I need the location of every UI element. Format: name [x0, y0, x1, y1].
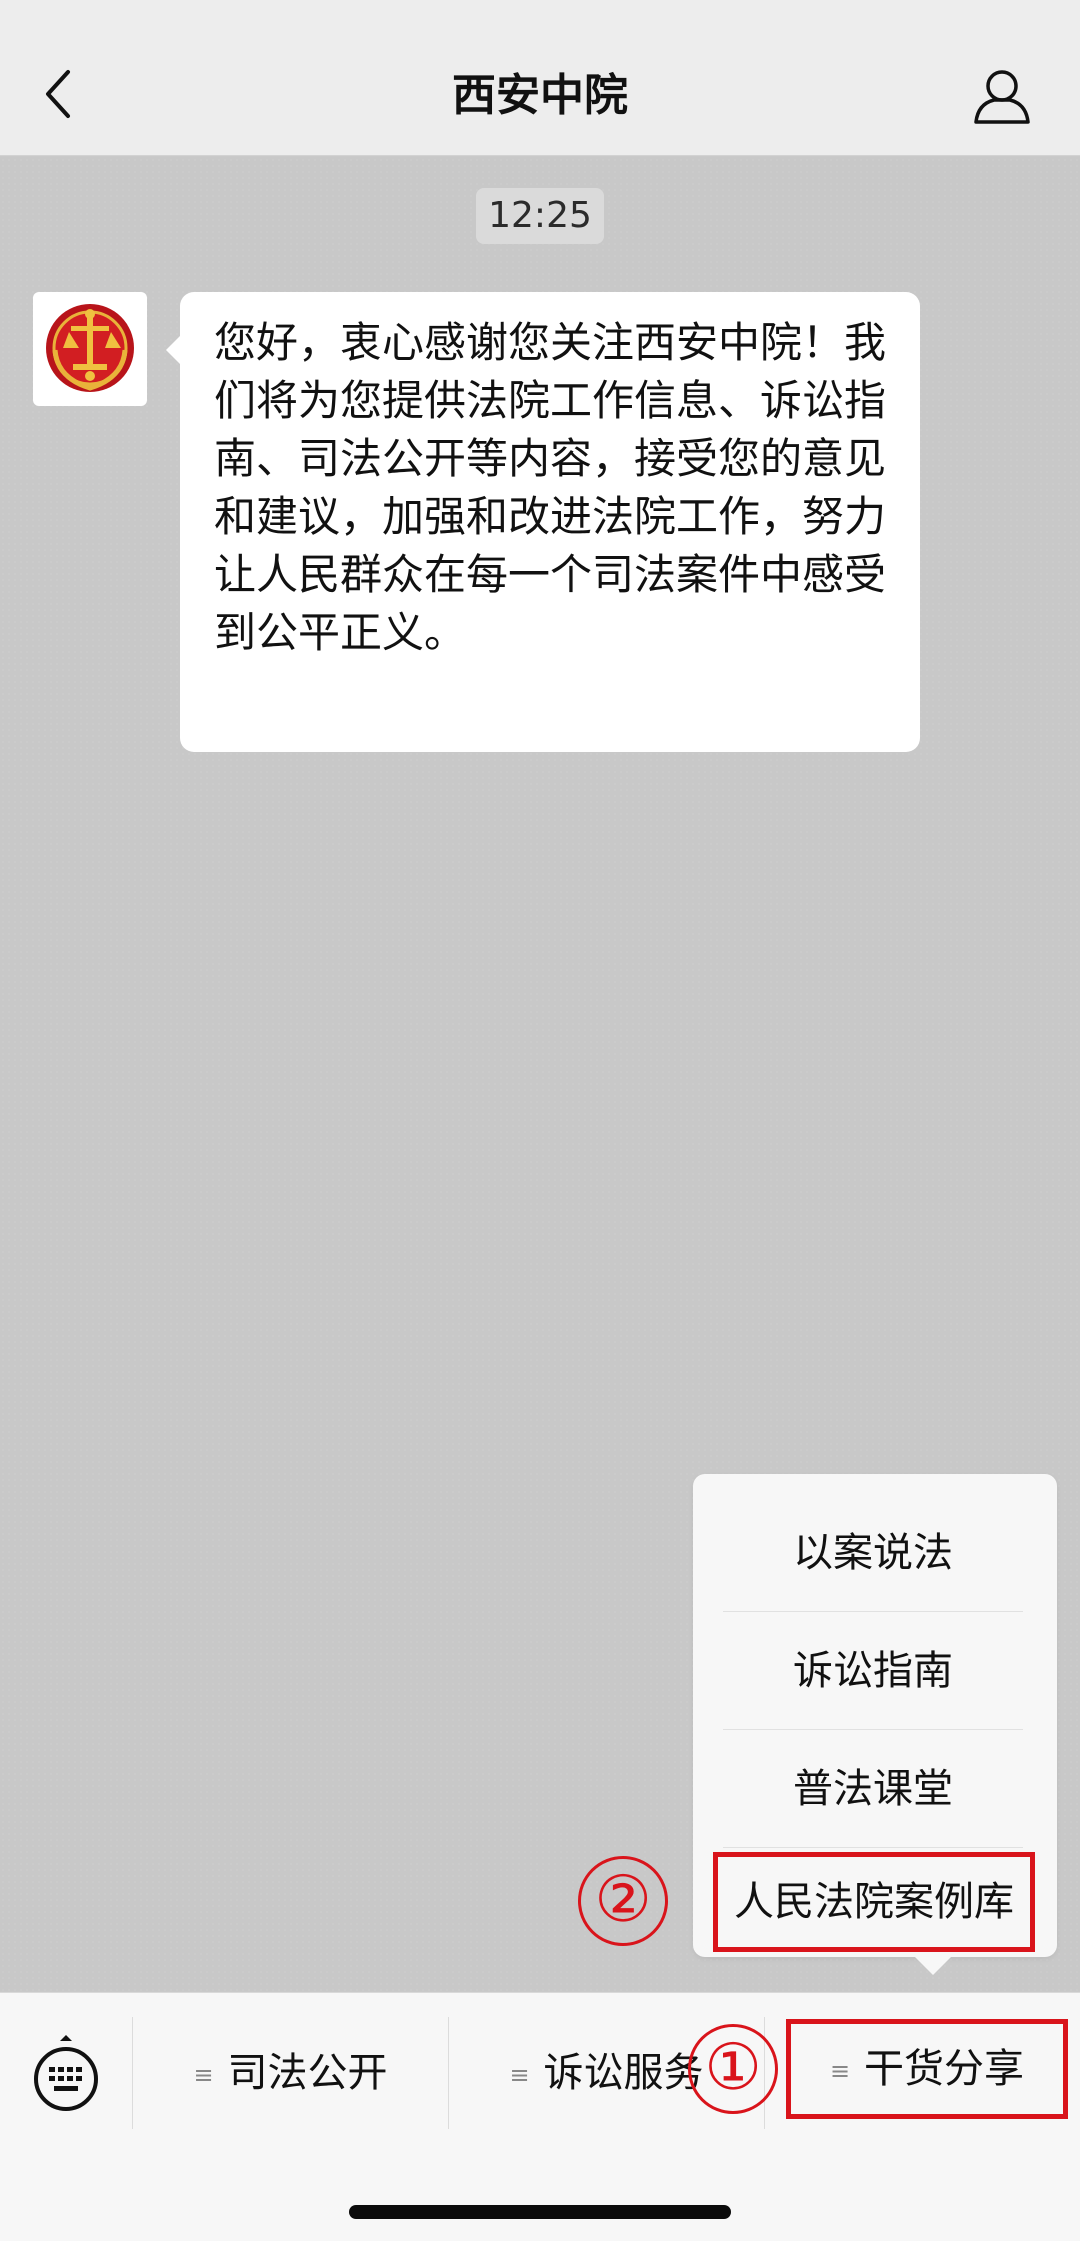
step-1-marker: ① — [688, 2024, 778, 2114]
message-bubble: 您好，衷心感谢您关注西安中院！我们将为您提供法院工作信息、诉讼指南、司法公开等内… — [166, 292, 920, 752]
message-timestamp: 12:25 — [476, 188, 604, 244]
page-title: 西安中院 — [452, 70, 628, 121]
menu-list-icon: ≡ — [509, 2061, 530, 2089]
submenu-item-case-law[interactable]: 以案说法 — [723, 1494, 1023, 1612]
menu-list-icon: ≡ — [829, 2057, 851, 2085]
step-2-marker: ② — [578, 1856, 668, 1946]
submenu-item-case-database[interactable]: 人民法院案例库 — [713, 1852, 1035, 1952]
submenu-item-law-class[interactable]: 普法课堂 — [723, 1730, 1023, 1848]
court-emblem-icon[interactable] — [33, 292, 147, 406]
menu-item-judicial-openness[interactable]: ≡ 司法公开 — [133, 2023, 448, 2123]
bottom-menu-bar: ≡ 司法公开 ≡ 诉讼服务 ≡ 干货分享 — [0, 1992, 1080, 2241]
menu-item-label: 司法公开 — [227, 2050, 388, 2096]
menu-item-practical-sharing[interactable]: ≡ 干货分享 — [786, 2019, 1068, 2119]
title-bar: 西安中院 — [0, 0, 1080, 156]
person-icon[interactable] — [970, 66, 1034, 126]
submenu-item-litigation-guide[interactable]: 诉讼指南 — [723, 1612, 1023, 1730]
keyboard-icon[interactable] — [30, 2035, 102, 2115]
menu-item-label: 干货分享 — [864, 2046, 1025, 2092]
menu-item-label: 诉讼服务 — [543, 2050, 704, 2096]
menu-list-icon: ≡ — [193, 2061, 214, 2089]
message-text: 您好，衷心感谢您关注西安中院！我们将为您提供法院工作信息、诉讼指南、司法公开等内… — [214, 318, 887, 657]
home-indicator — [349, 2205, 731, 2219]
submenu-popup: 以案说法 诉讼指南 普法课堂 人民法院案例库 — [693, 1474, 1057, 1975]
